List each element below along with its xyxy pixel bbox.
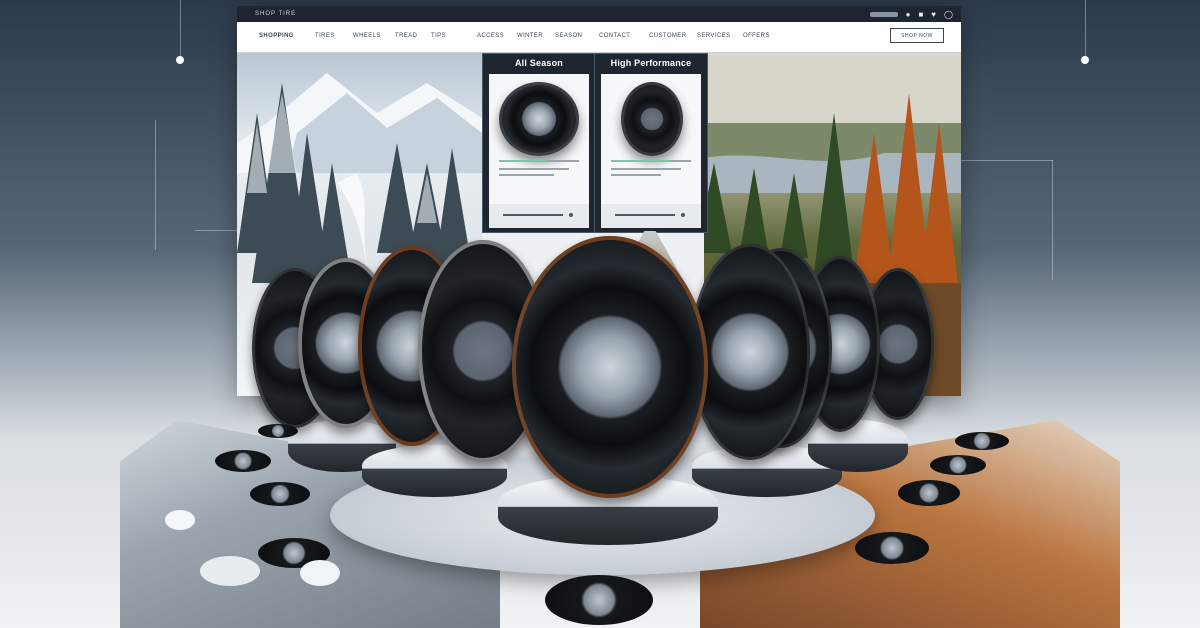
featured-tire xyxy=(512,236,708,498)
nav-item-tires[interactable]: TIRES xyxy=(315,33,335,39)
nav-item-tread[interactable]: TREAD xyxy=(395,33,417,39)
decor-line xyxy=(961,160,1053,161)
decor-dot xyxy=(1081,56,1089,64)
nav-logo[interactable]: SHOPPING xyxy=(259,33,294,39)
search-icon[interactable]: ◯ xyxy=(944,10,953,19)
user-icon[interactable]: ● xyxy=(906,10,911,19)
card-footer xyxy=(489,204,589,228)
main-navbar: SHOPPING TIRES WHEELS TREAD TIPS ACCESS … xyxy=(237,22,961,53)
nav-item-tips[interactable]: TIPS xyxy=(431,33,446,39)
decor-line xyxy=(195,230,237,231)
scattered-tire xyxy=(855,532,929,564)
card-progress-fill xyxy=(499,160,547,162)
snow-ball xyxy=(300,560,340,586)
snow-ball xyxy=(165,510,195,530)
nav-item-winter[interactable]: WINTER xyxy=(517,33,543,39)
card-title: High Performance xyxy=(610,58,692,68)
card-image-area xyxy=(489,74,589,204)
scattered-tire xyxy=(955,432,1009,450)
heart-icon[interactable]: ♥ xyxy=(931,10,936,19)
display-tire xyxy=(690,244,810,460)
top-bar: SHOP TIRE ● ■ ♥ ◯ xyxy=(237,6,961,22)
snow-pedestal xyxy=(808,420,908,472)
scattered-tire xyxy=(930,455,986,475)
scattered-tire xyxy=(215,450,271,472)
card-text-line xyxy=(611,174,661,176)
decor-dot xyxy=(176,56,184,64)
card-title: All Season xyxy=(514,58,563,68)
nav-item-services[interactable]: SERVICES xyxy=(697,33,730,39)
card-footer-line xyxy=(503,214,563,216)
scattered-tire xyxy=(250,482,310,506)
product-card-high-performance[interactable]: High Performance xyxy=(594,53,708,233)
snow-ball xyxy=(200,556,260,586)
card-footer-dot xyxy=(681,213,685,217)
scattered-tire xyxy=(258,424,298,438)
topbar-search-field[interactable] xyxy=(869,11,898,17)
decor-line xyxy=(1052,160,1053,280)
nav-item-wheels[interactable]: WHEELS xyxy=(353,33,381,39)
decor-line xyxy=(1085,0,1086,60)
card-footer xyxy=(601,204,701,228)
nav-item-season[interactable]: SEASON xyxy=(555,33,582,39)
card-image-area xyxy=(601,74,701,204)
scattered-tire xyxy=(545,575,653,625)
card-footer-dot xyxy=(569,213,573,217)
nav-item-access[interactable]: ACCESS xyxy=(477,33,504,39)
card-progress-fill xyxy=(611,160,671,162)
nav-item-customer[interactable]: CUSTOMER xyxy=(649,33,686,39)
high-performance-tire-image xyxy=(621,82,683,156)
nav-item-offers[interactable]: OFFERS xyxy=(743,33,770,39)
card-text-line xyxy=(611,168,681,170)
card-text-line xyxy=(499,174,554,176)
decor-line xyxy=(180,0,181,60)
topbar-brand: SHOP TIRE xyxy=(255,11,297,17)
nav-item-contact[interactable]: CONTACT xyxy=(599,33,630,39)
topbar-icons: ● ■ ♥ ◯ xyxy=(869,6,953,22)
card-text-line xyxy=(499,168,569,170)
product-card-all-season[interactable]: All Season xyxy=(482,53,596,233)
scattered-tire xyxy=(898,480,960,506)
all-season-tire-image xyxy=(499,82,579,156)
shop-now-button[interactable]: SHOP NOW xyxy=(890,28,944,43)
cart-icon[interactable]: ■ xyxy=(918,10,923,19)
card-footer-line xyxy=(615,214,675,216)
decor-line xyxy=(155,120,156,250)
